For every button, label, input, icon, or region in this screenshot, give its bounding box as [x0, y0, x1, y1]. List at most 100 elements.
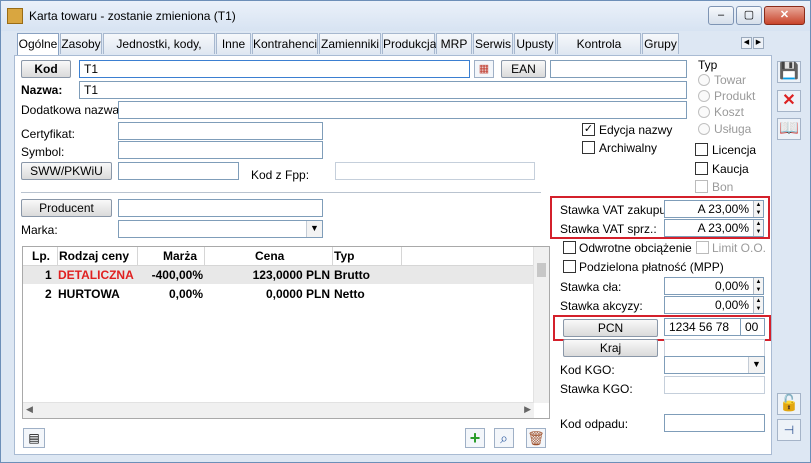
- vat-sprz-input[interactable]: A 23,00% ▲ ▼: [664, 219, 764, 237]
- bon-checkbox[interactable]: [695, 180, 708, 193]
- tab-mrp[interactable]: MRP: [436, 33, 472, 54]
- kraj-button[interactable]: Kraj: [563, 339, 658, 357]
- edycja-nazwy-checkbox[interactable]: ✓: [582, 123, 595, 136]
- tab-produkcja[interactable]: Produkcja: [382, 33, 436, 54]
- vat-sprz-label: Stawka VAT sprz.:: [560, 222, 657, 236]
- maximize-button[interactable]: ▢: [736, 6, 762, 25]
- lock-icon[interactable]: 🔓: [777, 393, 801, 415]
- col-rodzaj-ceny[interactable]: Rodzaj ceny: [59, 249, 129, 263]
- pin-icon[interactable]: ⊣: [777, 419, 801, 441]
- stawka-cla-spinner-icon[interactable]: ▲ ▼: [753, 278, 763, 294]
- col-typ[interactable]: Typ: [334, 249, 354, 263]
- col-marza[interactable]: Marża: [163, 249, 197, 263]
- certyfikat-label: Certyfikat:: [21, 127, 76, 141]
- add-icon[interactable]: +: [465, 428, 485, 448]
- tab-scroll-right-icon[interactable]: ▶: [753, 37, 764, 49]
- sww-input[interactable]: [118, 162, 239, 180]
- kod-odpadu-input[interactable]: [664, 414, 765, 432]
- vat-sprz-spinner-icon[interactable]: ▲ ▼: [753, 220, 763, 236]
- kod-kgo-label: Kod KGO:: [560, 363, 615, 377]
- chart-icon[interactable]: ▤: [23, 428, 45, 448]
- row-rodzaj: DETALICZNA: [58, 268, 134, 282]
- vat-zakupu-spinner-icon[interactable]: ▲ ▼: [753, 201, 763, 217]
- pcn-button[interactable]: PCN: [563, 319, 658, 337]
- sww-button[interactable]: SWW/PKWiU: [21, 162, 112, 180]
- typ-koszt-radio[interactable]: [698, 106, 710, 118]
- row-lp: 2: [45, 287, 52, 301]
- generate-code-icon[interactable]: ▦: [474, 60, 494, 78]
- scroll-thumb[interactable]: [537, 263, 546, 277]
- odwrotne-checkbox[interactable]: [563, 241, 576, 254]
- kraj-input[interactable]: [664, 339, 765, 357]
- kod-input[interactable]: T1: [79, 60, 470, 78]
- vat-zakupu-input[interactable]: A 23,00% ▲ ▼: [664, 200, 764, 218]
- ean-input[interactable]: [550, 60, 687, 78]
- table-row[interactable]: 2 HURTOWA 0,00% 0,0000 PLN Netto: [23, 285, 534, 303]
- tab-kontrahenci[interactable]: Kontrahenci: [252, 33, 318, 54]
- tab-inne[interactable]: Inne: [216, 33, 251, 54]
- pcn-input[interactable]: 1234 56 78: [664, 318, 741, 336]
- marka-select[interactable]: ▼: [118, 220, 323, 238]
- vat-zakupu-value: A 23,00%: [697, 202, 749, 216]
- symbol-input[interactable]: [118, 141, 323, 159]
- grid-vertical-scrollbar[interactable]: [533, 247, 549, 403]
- producent-input[interactable]: [118, 199, 323, 217]
- pcn-suffix-input[interactable]: 00: [740, 318, 765, 336]
- tab-ogolne[interactable]: Ogólne: [17, 33, 59, 56]
- kod-button[interactable]: Kod: [21, 60, 71, 78]
- trash-icon[interactable]: 🗑: [526, 428, 546, 448]
- scroll-left-icon[interactable]: ◀: [26, 404, 33, 415]
- kaucja-checkbox[interactable]: [695, 162, 708, 175]
- typ-legend: Typ: [698, 58, 718, 72]
- kod-fpp-input[interactable]: [335, 162, 535, 180]
- licencja-label: Licencja: [712, 143, 757, 157]
- kod-fpp-label: Kod z Fpp:: [251, 168, 310, 182]
- tab-jednostki[interactable]: Jednostki, kody, VAT: [103, 33, 215, 71]
- typ-usluga-radio[interactable]: [698, 123, 710, 135]
- kod-kgo-select[interactable]: ▼: [664, 356, 765, 374]
- search-icon[interactable]: ⌕: [494, 428, 514, 448]
- close-window-button[interactable]: ✕: [764, 6, 805, 25]
- producent-button[interactable]: Producent: [21, 199, 112, 217]
- stawka-cla-input[interactable]: 0,00% ▲ ▼: [664, 277, 764, 295]
- certyfikat-input[interactable]: [118, 122, 323, 140]
- dodatkowa-nazwa-input[interactable]: [118, 101, 687, 119]
- limit-oo-label: Limit O.O.: [712, 241, 767, 255]
- typ-koszt-label: Koszt: [714, 105, 745, 119]
- marka-label: Marka:: [21, 223, 58, 237]
- tab-scroll-left-icon[interactable]: ◀: [741, 37, 752, 49]
- row-cena: 123,0000 PLN: [252, 268, 330, 282]
- typ-towar-radio[interactable]: [698, 74, 710, 86]
- book-icon[interactable]: 📖: [777, 118, 801, 140]
- scroll-right-icon[interactable]: ▶: [524, 404, 531, 415]
- col-cena[interactable]: Cena: [255, 249, 284, 263]
- minimize-button[interactable]: –: [708, 6, 734, 25]
- stawka-akcyzy-input[interactable]: 0,00% ▲ ▼: [664, 296, 764, 314]
- tab-upusty[interactable]: Upusty: [514, 33, 556, 54]
- grid-horizontal-scrollbar[interactable]: ◀ ▶: [23, 402, 534, 418]
- limit-oo-checkbox[interactable]: [696, 241, 709, 254]
- app-icon: [7, 8, 23, 24]
- kaucja-label: Kaucja: [712, 162, 749, 176]
- tab-kontrola-jakosci[interactable]: Kontrola jakości: [557, 33, 641, 71]
- odwrotne-label: Odwrotne obciążenie: [579, 241, 692, 255]
- typ-produkt-radio[interactable]: [698, 90, 710, 102]
- save-icon[interactable]: 💾: [777, 61, 801, 83]
- mpp-checkbox[interactable]: [563, 260, 576, 273]
- grid-header: Lp. Rodzaj ceny Marża Cena Typ: [23, 247, 534, 266]
- tab-zamienniki[interactable]: Zamienniki: [319, 33, 381, 54]
- tab-serwis[interactable]: Serwis: [473, 33, 513, 54]
- col-lp[interactable]: Lp.: [32, 249, 50, 263]
- row-typ: Netto: [334, 287, 365, 301]
- cancel-icon[interactable]: ✕: [777, 90, 801, 112]
- tab-grupy[interactable]: Grupy: [642, 33, 679, 54]
- nazwa-input[interactable]: T1: [79, 81, 687, 99]
- archiwalny-checkbox[interactable]: [582, 141, 595, 154]
- ean-button[interactable]: EAN: [501, 60, 546, 78]
- licencja-checkbox[interactable]: [695, 143, 708, 156]
- stawka-akcyzy-spinner-icon[interactable]: ▲ ▼: [753, 297, 763, 313]
- table-row[interactable]: 1 DETALICZNA -400,00% 123,0000 PLN Brutt…: [23, 266, 534, 284]
- stawka-kgo-input[interactable]: [664, 376, 765, 394]
- edycja-nazwy-label: Edycja nazwy: [599, 123, 673, 137]
- tab-zasoby[interactable]: Zasoby: [60, 33, 102, 54]
